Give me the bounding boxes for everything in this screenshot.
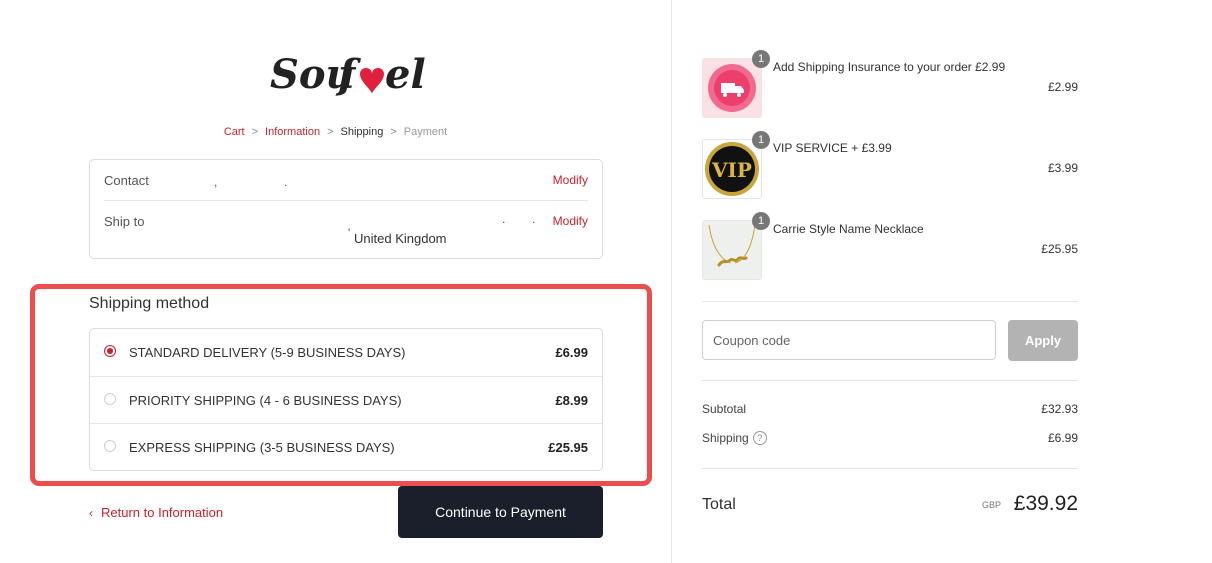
item-name: Add Shipping Insurance to your order £2.… [773, 60, 1006, 74]
return-label: Return to Information [101, 505, 224, 520]
breadcrumb-cart[interactable]: Cart [224, 126, 245, 138]
shipping-options: STANDARD DELIVERY (5-9 BUSINESS DAYS) £6… [89, 328, 603, 471]
modify-contact-link[interactable]: Modify [553, 173, 588, 187]
breadcrumb: Cart > Information > Shipping > Payment [0, 126, 671, 138]
soufeel-logo[interactable]: Sou f el [268, 44, 428, 106]
shipping-option-price: £8.99 [555, 393, 588, 408]
divider [104, 200, 588, 201]
radio-unselected[interactable] [104, 393, 116, 405]
radio-unselected[interactable] [104, 440, 116, 452]
quantity-badge: 1 [752, 50, 770, 68]
contact-row: Contact , . Modify [104, 173, 588, 201]
item-price: £3.99 [1047, 161, 1078, 175]
ship-to-country: United Kingdom [354, 231, 447, 246]
review-box: Contact , . Modify Ship to . . ' United … [89, 159, 603, 259]
divider [702, 301, 1078, 302]
shipping-option-name: STANDARD DELIVERY (5-9 BUSINESS DAYS) [129, 345, 406, 360]
order-item: 1 Add Shipping Insurance to your order £… [702, 50, 1078, 118]
continue-to-payment-button[interactable]: Continue to Payment [398, 486, 603, 538]
total-value: £39.92 [1013, 492, 1078, 515]
shipping-method-title: Shipping method [89, 295, 210, 312]
svg-text:el: el [385, 51, 426, 98]
chevron-right-icon: > [327, 126, 334, 138]
return-to-information-link[interactable]: ‹ Return to Information [89, 505, 223, 520]
currency-code: GBP [982, 500, 1002, 510]
ship-to-row: Ship to . . ' United Kingdom Modify [104, 212, 588, 254]
shipping-option-price: £6.99 [555, 345, 588, 360]
chevron-right-icon: > [251, 126, 259, 138]
divider [702, 380, 1078, 381]
subtotal-label: Subtotal [702, 402, 747, 416]
item-name: VIP SERVICE + £3.99 [773, 141, 892, 155]
item-price: £2.99 [1047, 80, 1078, 94]
shipping-option-price: £25.95 [548, 440, 588, 455]
chevron-right-icon: > [390, 126, 397, 138]
question-icon[interactable]: ? [752, 431, 767, 445]
quantity-badge: 1 [752, 212, 770, 230]
subtotal-value: £32.93 [1041, 402, 1078, 416]
chevron-left-icon: ‹ [89, 506, 93, 520]
item-price: £25.95 [1041, 242, 1078, 256]
breadcrumb-payment: Payment [403, 126, 448, 138]
breadcrumb-shipping: Shipping [340, 126, 384, 138]
ship-to-label: Ship to [104, 214, 145, 229]
redacted-contact: , . [214, 175, 288, 189]
svg-text:VIP: VIP [711, 158, 752, 182]
svg-text:f: f [335, 51, 361, 98]
quantity-badge: 1 [752, 131, 770, 149]
shipping-cost-value: £6.99 [1047, 431, 1078, 445]
checkout-main: Sou f el Cart > Information > Shipping > Payme… [0, 0, 671, 563]
shipping-option-priority[interactable]: PRIORITY SHIPPING (4 - 6 BUSINESS DAYS) … [90, 376, 602, 424]
necklace-image [702, 220, 762, 280]
shipping-insurance-icon [702, 58, 762, 118]
apply-coupon-button[interactable]: Apply [1008, 320, 1078, 361]
vip-badge-icon: VIP [702, 139, 762, 199]
radio-selected[interactable] [104, 345, 116, 357]
shipping-option-name: PRIORITY SHIPPING (4 - 6 BUSINESS DAYS) [129, 393, 402, 408]
divider [702, 468, 1078, 469]
breadcrumb-information[interactable]: Information [265, 126, 320, 138]
item-name: Carrie Style Name Necklace [773, 222, 924, 236]
shipping-option-name: EXPRESS SHIPPING (3-5 BUSINESS DAYS) [129, 440, 395, 455]
order-item: VIP 1 VIP SERVICE + £3.99 £3.99 [702, 131, 1078, 199]
shipping-cost-label-row: Shipping? [702, 431, 767, 445]
order-item: 1 Carrie Style Name Necklace £25.95 [702, 212, 1078, 280]
contact-label: Contact [104, 173, 149, 188]
coupon-code-input[interactable] [702, 320, 996, 360]
shipping-cost-label: Shipping [702, 431, 749, 445]
shipping-option-express[interactable]: EXPRESS SHIPPING (3-5 BUSINESS DAYS) £25… [90, 423, 602, 471]
total-label: Total [702, 496, 736, 513]
modify-ship-to-link[interactable]: Modify [553, 214, 588, 228]
order-summary: 1 Add Shipping Insurance to your order £… [672, 0, 1212, 563]
shipping-option-standard[interactable]: STANDARD DELIVERY (5-9 BUSINESS DAYS) £6… [90, 329, 602, 376]
redacted-address-2: ' [348, 226, 351, 240]
redacted-address: . . [502, 212, 536, 226]
